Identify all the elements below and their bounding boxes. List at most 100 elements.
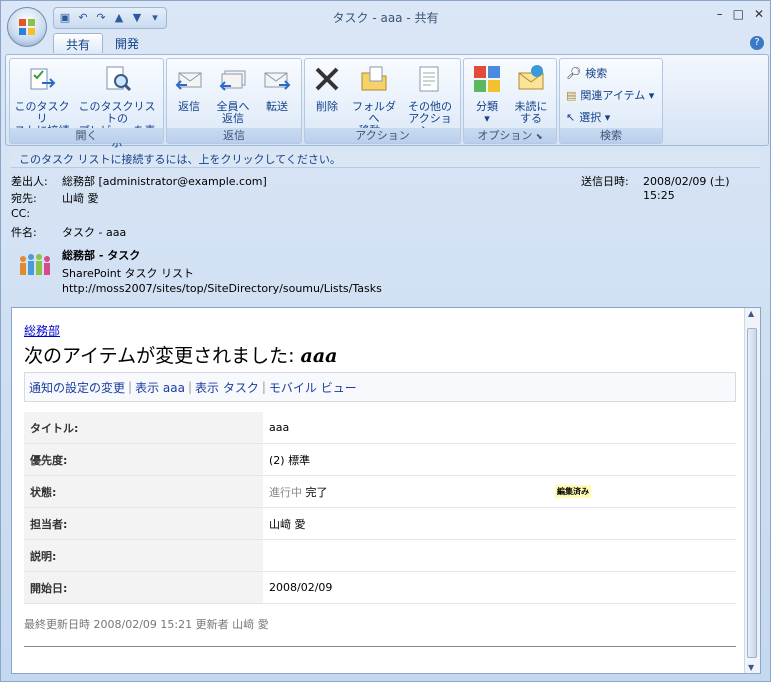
table-row: 説明: — [24, 539, 736, 572]
move-label-line1: フォルダへ — [352, 100, 396, 125]
sent-value: 2008/02/09 (土) 15:25 — [643, 175, 730, 202]
old-value: 進行中 — [269, 485, 302, 499]
from-value: 総務部 [administrator@example.com] — [62, 175, 267, 188]
search-button[interactable]: 🔎︎ 検索 — [566, 65, 607, 81]
info-bar[interactable]: このタスク リストに接続するには、上をクリックしてください。 — [11, 152, 760, 168]
cc-label: CC: — [11, 207, 31, 220]
sp-list-url[interactable]: http://moss2007/sites/top/SiteDirectory/… — [62, 282, 382, 295]
undo-icon[interactable]: ↶ — [76, 11, 90, 25]
field-name: 説明: — [24, 539, 263, 572]
mark-unread-icon — [518, 65, 544, 90]
new-value: 完了 — [305, 485, 328, 499]
message-body: 総務部 次のアイテムが変更されました: aaa 通知の設定の変更 | 表示 aaa… — [11, 307, 761, 674]
select-label: 選択 ▾ — [579, 111, 611, 124]
field-name: 担当者: — [24, 507, 263, 540]
dialog-launcher-icon[interactable]: ⬊ — [536, 132, 543, 141]
preview-list-icon — [106, 66, 132, 92]
subject-row: 件名: タスク - aaa — [11, 224, 411, 240]
office-button[interactable] — [7, 7, 47, 47]
change-heading-text: 次のアイテムが変更されました: — [24, 345, 301, 367]
scroll-thumb[interactable] — [747, 328, 757, 658]
related-items-button[interactable]: ▤ 関連アイテム ▾ — [566, 87, 654, 103]
view-list-link[interactable]: 表示 タスク — [195, 379, 259, 396]
reply-all-icon — [219, 70, 246, 91]
group-label-open: 開く — [10, 128, 163, 143]
alert-settings-link[interactable]: 通知の設定の変更 — [29, 379, 125, 396]
table-row: タイトル: aaa — [24, 412, 736, 444]
field-name: 優先度: — [24, 443, 263, 476]
mobile-view-link[interactable]: モバイル ビュー — [269, 379, 357, 396]
connect-list-icon — [30, 68, 56, 90]
reply-all-label-line2: 返信 — [222, 112, 244, 125]
view-item-link[interactable]: 表示 aaa — [135, 379, 185, 396]
help-icon[interactable]: ? — [750, 36, 764, 50]
tab-share[interactable]: 共有 — [53, 33, 104, 53]
select-button[interactable]: ↖ 選択 ▾ — [566, 109, 610, 125]
field-value — [263, 539, 736, 572]
delete-label: 削除 — [316, 100, 338, 113]
mark-unread-button[interactable]: 未読に する — [510, 61, 552, 125]
delete-button[interactable]: 削除 — [309, 61, 345, 113]
reply-all-button[interactable]: 全員へ 返信 — [211, 61, 255, 125]
field-name: タイトル: — [24, 412, 263, 444]
to-value: 山﨑 愛 — [62, 192, 99, 205]
change-heading-item: aaa — [300, 345, 338, 367]
redo-icon[interactable]: ↷ — [94, 11, 108, 25]
field-value: aaa — [263, 412, 736, 444]
customize-qat-icon[interactable]: ▾ — [148, 11, 162, 25]
categorize-button[interactable]: 分類 ▾ — [468, 61, 506, 125]
group-label-find: 検索 — [560, 128, 662, 143]
sharepoint-people-icon — [20, 254, 50, 275]
cursor-icon: ↖ — [566, 110, 576, 124]
reply-button[interactable]: 返信 — [171, 61, 207, 113]
close-icon[interactable]: ✕ — [754, 7, 764, 21]
quick-access-toolbar: ▣ ↶ ↷ ▲ ▼ ▾ — [53, 7, 167, 29]
scroll-down-icon[interactable]: ▼ — [748, 663, 754, 672]
mark-unread-label-line2: する — [520, 112, 542, 125]
up-arrow-icon[interactable]: ▲ — [112, 11, 126, 25]
link-separator: | — [128, 380, 133, 394]
ribbon-tabs: 共有 開発 — [53, 33, 151, 53]
subject-label: 件名: — [11, 226, 37, 239]
to-row: 宛先: 山﨑 愛 — [11, 190, 411, 206]
other-actions-button[interactable]: その他の アクション ▾ — [403, 61, 457, 137]
save-icon[interactable]: ▣ — [58, 11, 72, 25]
other-actions-icon — [419, 66, 439, 92]
edited-badge: 編集済み — [555, 485, 591, 498]
maximize-icon[interactable]: □ — [733, 7, 744, 21]
move-to-folder-button[interactable]: フォルダへ 移動 ▾ — [349, 61, 399, 137]
notification-links: 通知の設定の変更 | 表示 aaa | 表示 タスク | モバイル ビュー — [24, 372, 736, 402]
last-modified-footer: 最終更新日時 2008/02/09 15:21 更新者 山﨑 愛 — [24, 616, 736, 647]
reply-label: 返信 — [178, 100, 200, 113]
link-separator: | — [187, 380, 192, 394]
connect-label-line1: このタスクリ — [14, 100, 70, 125]
group-open: このタスクリ ストに接続 このタスクリストの プレビューを表示 開く — [9, 58, 164, 149]
table-row: 開始日: 2008/02/09 — [24, 571, 736, 604]
categorize-icon — [474, 66, 500, 92]
search-label: 検索 — [585, 67, 608, 80]
field-value: (2) 標準 — [263, 443, 736, 476]
tab-develop[interactable]: 開発 — [103, 33, 151, 53]
window-controls: – □ ✕ — [717, 7, 764, 21]
vertical-scrollbar[interactable]: ▲ ▼ — [744, 308, 760, 673]
delete-icon — [315, 67, 339, 91]
binoculars-icon: 🔎︎ — [566, 66, 582, 80]
categorize-dropdown-arrow: ▾ — [484, 112, 490, 125]
group-actions: 削除 フォルダへ 移動 ▾ その他の アクション ▾ アクション — [304, 58, 461, 144]
forward-label: 転送 — [266, 100, 288, 113]
sp-list-title: 総務部 - タスク — [62, 249, 141, 262]
minimize-icon[interactable]: – — [717, 7, 723, 21]
down-arrow-icon[interactable]: ▼ — [130, 11, 144, 25]
related-items-label: 関連アイテム ▾ — [580, 89, 655, 102]
options-label: オプション — [477, 129, 533, 142]
forward-button[interactable]: 転送 — [259, 61, 295, 113]
forward-icon — [264, 72, 291, 90]
field-name: 開始日: — [24, 571, 263, 604]
connect-task-list-button[interactable]: このタスクリ ストに接続 — [12, 61, 72, 137]
field-name: 状態: — [24, 475, 263, 508]
scroll-up-icon[interactable]: ▲ — [748, 309, 754, 318]
field-table: タイトル: aaa 優先度: (2) 標準 状態: 進行中 完了 編集済み 担当者: 山﨑… — [24, 412, 736, 604]
sent-label: 送信日時: — [581, 175, 629, 188]
site-link[interactable]: 総務部 — [24, 324, 60, 338]
from-label: 差出人: — [11, 175, 48, 188]
